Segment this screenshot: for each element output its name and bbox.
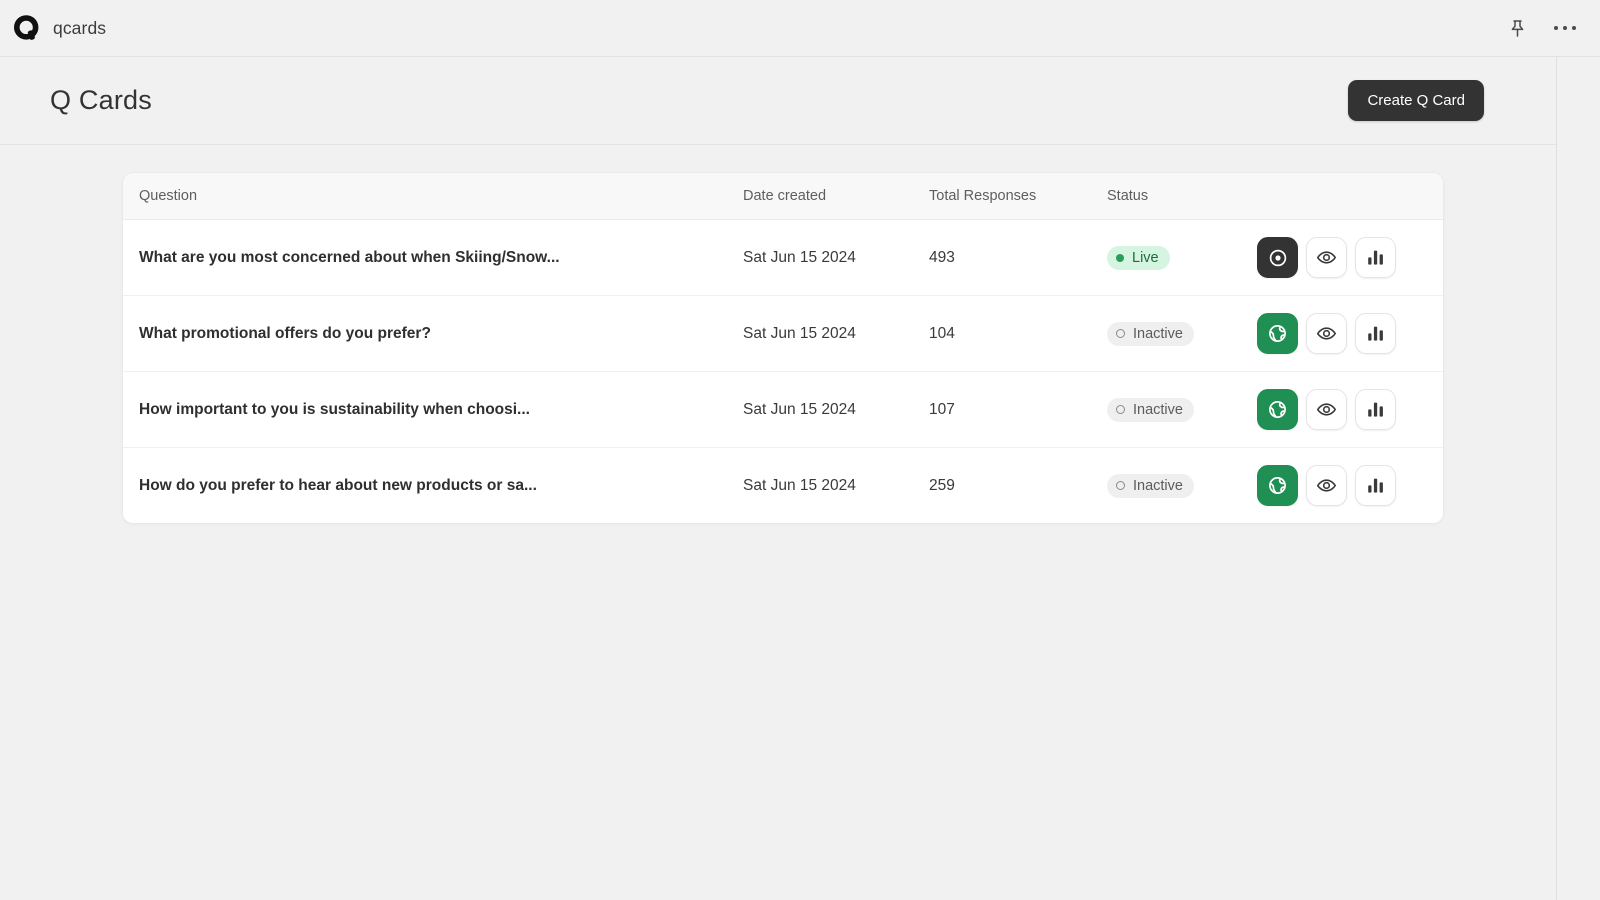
preview-action-button[interactable]: [1306, 465, 1347, 506]
status-dot-icon: [1116, 253, 1124, 262]
column-header-question: Question: [123, 173, 743, 220]
column-header-total-responses: Total Responses: [929, 173, 1107, 220]
cell-status: Live: [1107, 219, 1257, 296]
app-title-bar: qcards: [0, 0, 1600, 57]
target-action-button[interactable]: [1257, 237, 1298, 278]
cell-status: Inactive: [1107, 295, 1257, 372]
cell-status: Inactive: [1107, 371, 1257, 448]
preview-action-button[interactable]: [1306, 313, 1347, 354]
status-label: Inactive: [1133, 477, 1183, 494]
page-body: Q Cards Create Q Card Question Date crea…: [0, 57, 1557, 900]
ellipsis-dots: [1553, 25, 1577, 31]
table-header: Question Date created Total Responses St…: [123, 173, 1443, 220]
preview-action-button[interactable]: [1306, 389, 1347, 430]
cell-total-responses: 259: [929, 476, 955, 494]
table-header-row: Question Date created Total Responses St…: [123, 173, 1443, 220]
status-label: Inactive: [1133, 401, 1183, 418]
row-action-buttons: [1257, 237, 1443, 278]
cell-date-created: Sat Jun 15 2024: [743, 295, 929, 372]
cell-question: What promotional offers do you prefer?: [123, 295, 743, 372]
q-cards-table: Question Date created Total Responses St…: [123, 173, 1443, 523]
status-label: Live: [1132, 249, 1159, 266]
results-action-button[interactable]: [1355, 313, 1396, 354]
cell-actions: [1257, 219, 1443, 296]
create-q-card-button[interactable]: Create Q Card: [1348, 80, 1484, 121]
cell-date-created: Sat Jun 15 2024: [743, 476, 856, 494]
page-header: Q Cards Create Q Card: [0, 57, 1556, 145]
status-badge: Inactive: [1107, 397, 1194, 422]
cell-question: How important to you is sustainability w…: [123, 371, 743, 448]
row-action-buttons: [1257, 313, 1443, 354]
status-badge: Live: [1107, 245, 1170, 270]
brand: qcards: [14, 14, 107, 42]
table-body: What are you most concerned about when S…: [123, 219, 1443, 524]
column-header-date-created: Date created: [743, 173, 929, 220]
page-title: Q Cards: [50, 85, 152, 115]
cell-question: What are you most concerned about when S…: [123, 219, 743, 296]
table-row[interactable]: What promotional offers do you prefer? Sa…: [123, 295, 1443, 372]
pushpin-icon[interactable]: [1504, 15, 1530, 41]
status-badge: Inactive: [1107, 321, 1194, 346]
globe-action-button[interactable]: [1257, 465, 1298, 506]
cell-total-responses: 493: [929, 219, 1107, 296]
main-content: Question Date created Total Responses St…: [0, 145, 1556, 524]
table-row[interactable]: What are you most concerned about when S…: [123, 219, 1443, 296]
status-badge: Inactive: [1107, 473, 1194, 498]
cell-status: Inactive: [1107, 448, 1257, 524]
results-action-button[interactable]: [1355, 465, 1396, 506]
cell-actions: [1257, 295, 1443, 372]
app-logo-icon: [14, 14, 41, 42]
column-header-status: Status: [1107, 173, 1257, 220]
globe-action-button[interactable]: [1257, 389, 1298, 430]
cell-total-responses: 107: [929, 371, 1107, 448]
status-dot-icon: [1116, 405, 1125, 414]
status-label: Inactive: [1133, 325, 1183, 342]
q-cards-table-card: Question Date created Total Responses St…: [122, 172, 1444, 524]
results-action-button[interactable]: [1355, 237, 1396, 278]
column-header-actions: [1257, 173, 1443, 220]
row-action-buttons: [1257, 465, 1443, 506]
cell-total-responses: 104: [929, 295, 1107, 372]
more-options-icon[interactable]: [1552, 15, 1578, 41]
row-action-buttons: [1257, 389, 1443, 430]
cell-date-created: Sat Jun 15 2024: [743, 371, 929, 448]
cell-question: How do you prefer to hear about new prod…: [139, 476, 537, 494]
status-dot-icon: [1116, 329, 1125, 338]
results-action-button[interactable]: [1355, 389, 1396, 430]
status-dot-icon: [1116, 481, 1125, 490]
brand-name: qcards: [53, 17, 107, 38]
cell-date-created: Sat Jun 15 2024: [743, 219, 929, 296]
cell-actions: [1257, 371, 1443, 448]
preview-action-button[interactable]: [1306, 237, 1347, 278]
cell-actions: [1257, 448, 1443, 524]
app-bar-actions: [1504, 15, 1578, 41]
table-row[interactable]: How do you prefer to hear about new prod…: [123, 448, 1443, 524]
globe-action-button[interactable]: [1257, 313, 1298, 354]
table-row[interactable]: How important to you is sustainability w…: [123, 371, 1443, 448]
